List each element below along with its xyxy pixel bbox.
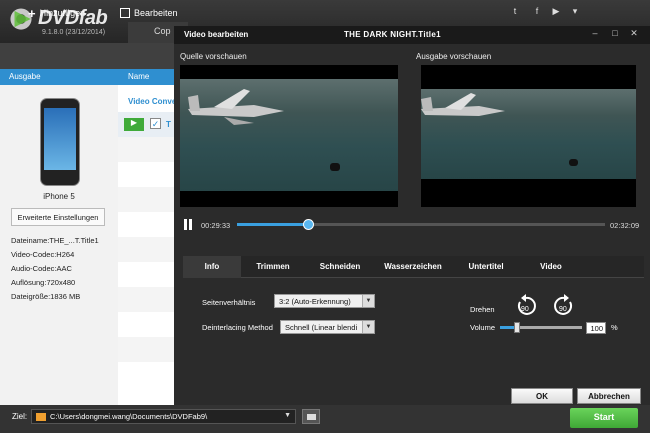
rotate-right-value: 90 [559, 306, 567, 313]
info-audio-codec: Audio-Codec:AAC [11, 264, 72, 273]
add-button[interactable]: + Hinzufügen [28, 3, 85, 23]
list-item [118, 162, 174, 187]
output-preview-label: Ausgabe vorschauen [416, 52, 492, 61]
output-preview-video [421, 65, 636, 207]
browse-folder-button[interactable] [302, 409, 320, 424]
total-time: 02:32:09 [610, 221, 640, 230]
deinterlacing-value: Schnell (Linear blendi [285, 323, 358, 332]
iphone-screen [44, 108, 76, 170]
list-item [118, 237, 174, 262]
video-converter-label: Video Conve [128, 97, 177, 106]
info-filename: Dateiname:THE_...T.Title1 [11, 236, 99, 245]
dropdown-icon[interactable]: ▾ [569, 6, 581, 18]
info-video-codec: Video-Codec:H264 [11, 250, 75, 259]
tab-info[interactable]: Info [183, 256, 241, 278]
volume-label: Volume [470, 323, 496, 332]
list-item [118, 187, 174, 212]
seaplane-icon [421, 93, 505, 116]
close-icon[interactable]: ✕ [628, 28, 640, 40]
edit-button[interactable]: Bearbeiten [120, 3, 178, 23]
current-time: 00:29:33 [201, 221, 231, 230]
tab-subtitle[interactable]: Untertitel [457, 256, 515, 278]
cancel-button[interactable]: Abbrechen [577, 388, 641, 404]
list-item [118, 262, 174, 287]
item-checkbox[interactable]: ✓ [150, 118, 161, 129]
source-preview-label: Quelle vorschauen [180, 52, 247, 61]
deinterlacing-label: Deinterlacing Method [202, 323, 273, 332]
list-item [118, 337, 174, 362]
twitter-icon[interactable]: t [509, 6, 521, 18]
rotate-left-value: 90 [521, 306, 529, 313]
tab-cut[interactable]: Schneiden [311, 256, 369, 278]
list-item [118, 312, 174, 337]
advanced-settings-button[interactable]: Erweiterte Einstellungen [11, 208, 105, 226]
destination-path-field[interactable]: C:\Users\dongmei.wang\Documents\DVDFab9\… [31, 409, 296, 424]
list-item [118, 287, 174, 312]
edit-icon [120, 8, 130, 18]
source-preview-video [180, 65, 398, 207]
chevron-down-icon: ▼ [362, 295, 374, 307]
info-filesize: Dateigröße:1836 MB [11, 292, 81, 301]
aspect-ratio-select[interactable]: 3:2 (Auto-Erkennung) ▼ [274, 294, 375, 308]
ok-button[interactable]: OK [511, 388, 573, 404]
boat-icon [569, 159, 578, 166]
add-button-label: Hinzufügen [39, 8, 86, 18]
tab-watermark[interactable]: Wasserzeichen [377, 256, 449, 278]
destination-path-value: C:\Users\dongmei.wang\Documents\DVDFab9\ [50, 412, 208, 421]
volume-handle[interactable] [514, 322, 520, 333]
device-name: iPhone 5 [43, 192, 75, 201]
destination-label: Ziel: [12, 412, 28, 421]
dialog-title: Video bearbeiten [184, 30, 249, 39]
chevron-down-icon[interactable]: ▼ [284, 412, 291, 419]
maximize-icon[interactable]: □ [609, 28, 621, 40]
folder-icon [36, 413, 46, 421]
folder-icon [307, 414, 316, 420]
edit-button-label: Bearbeiten [134, 8, 178, 18]
dialog-file-title: THE DARK NIGHT.Title1 [344, 30, 441, 39]
chevron-down-icon: ▼ [362, 321, 374, 333]
pause-button[interactable] [183, 219, 194, 230]
volume-unit: % [611, 323, 618, 332]
minimize-icon[interactable]: – [589, 28, 601, 40]
rotate-label: Drehen [470, 305, 495, 314]
tab-copy-label: Cop [154, 26, 171, 36]
seaplane-icon [188, 89, 284, 125]
aspect-ratio-value: 3:2 (Auto-Erkennung) [279, 297, 351, 306]
aspect-ratio-label: Seitenverhältnis [202, 298, 256, 307]
seek-bar-fill [237, 223, 309, 226]
item-title-initial: T [166, 120, 171, 129]
info-resolution: Auflösung:720x480 [11, 278, 76, 287]
youtube-icon[interactable]: ▶ [550, 6, 562, 18]
name-column-header: Name [118, 69, 174, 85]
boat-icon [330, 163, 340, 171]
list-item [118, 137, 174, 162]
start-button[interactable]: Start [570, 408, 638, 428]
facebook-icon[interactable]: f [531, 6, 543, 18]
volume-input[interactable]: 100 [586, 322, 606, 334]
list-item [118, 212, 174, 237]
deinterlacing-select[interactable]: Schnell (Linear blendi ▼ [280, 320, 375, 334]
app-version: 9.1.8.0 (23/12/2014) [42, 29, 106, 36]
output-header: Ausgabe [0, 69, 118, 85]
plus-icon: + [28, 5, 36, 21]
tab-trim[interactable]: Trimmen [245, 256, 301, 278]
tab-video[interactable]: Video [523, 256, 579, 278]
play-icon[interactable]: ▶ [124, 118, 144, 131]
